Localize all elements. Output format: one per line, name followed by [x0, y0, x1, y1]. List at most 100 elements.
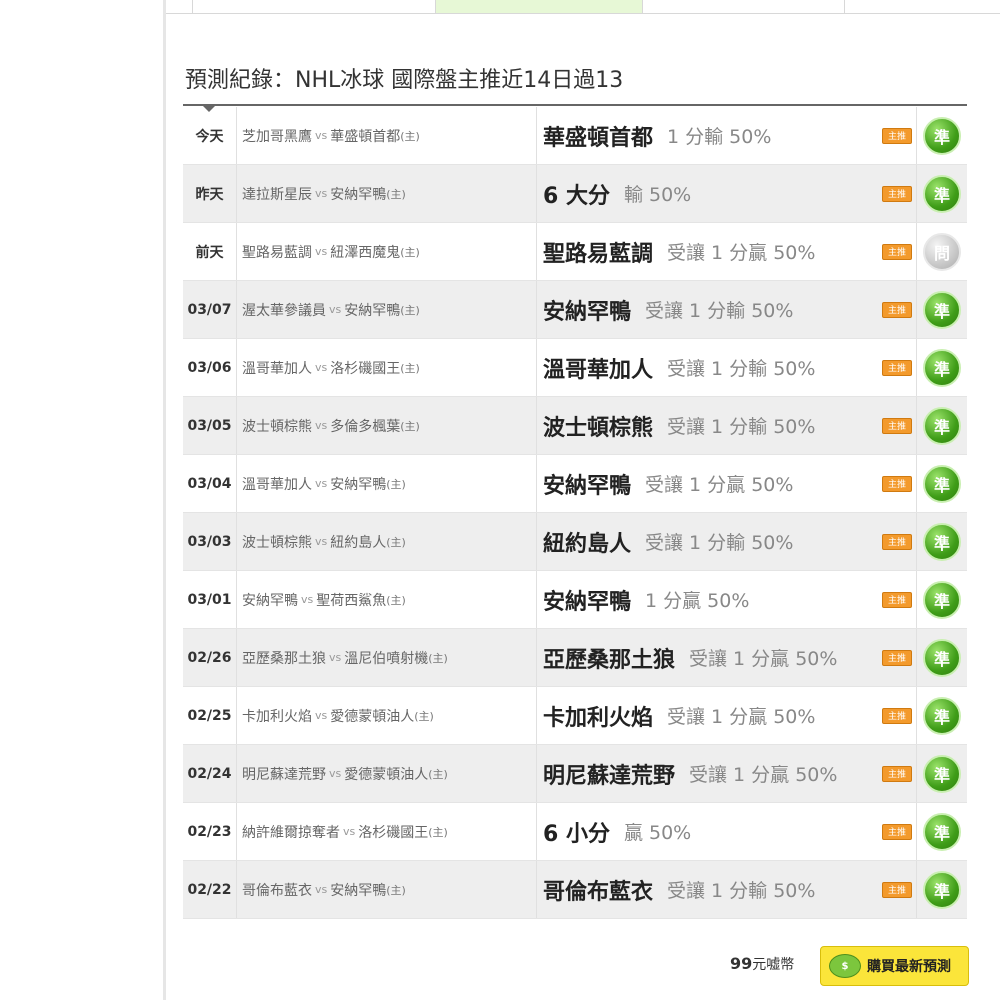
- away-team: 亞歷桑那土狼: [242, 650, 326, 667]
- home-team: 安納罕鴨: [330, 476, 387, 493]
- row-matchup[interactable]: 安納罕鴨 vs 聖荷西鯊魚 (主): [237, 571, 537, 628]
- row-matchup[interactable]: 波士頓棕熊 vs 多倫多楓葉 (主): [237, 397, 537, 454]
- main-pick-badge: 主推: [882, 302, 912, 318]
- pick-detail: 受讓 1 分贏 50%: [645, 474, 794, 496]
- row-date: 02/23: [183, 803, 237, 860]
- row-result: 準: [917, 629, 967, 686]
- away-team: 達拉斯星辰: [242, 186, 312, 203]
- row-matchup[interactable]: 聖路易藍調 vs 紐澤西魔鬼 (主): [237, 223, 537, 280]
- pick-team: 安納罕鴨: [543, 589, 632, 615]
- pick-team: 哥倫布藍衣: [543, 879, 654, 905]
- pick-detail: 受讓 1 分贏 50%: [689, 764, 838, 786]
- top-tab-5[interactable]: [845, 0, 1000, 14]
- main-pick-badge: 主推: [882, 186, 912, 202]
- table-row: 02/26 亞歷桑那土狼 vs 溫尼伯噴射機 (主) 亞歷桑那土狼 受讓 1 分贏 50% 主…: [183, 629, 967, 687]
- row-matchup[interactable]: 波士頓棕熊 vs 紐約島人 (主): [237, 513, 537, 570]
- row-date: 02/25: [183, 687, 237, 744]
- away-team: 聖路易藍調: [242, 244, 312, 261]
- table-row: 前天 聖路易藍調 vs 紐澤西魔鬼 (主) 聖路易藍調 受讓 1 分贏 50% 主推問: [183, 223, 967, 281]
- row-pick: 哥倫布藍衣 受讓 1 分輸 50%: [537, 861, 917, 918]
- top-tab-4[interactable]: [643, 0, 845, 14]
- main-pick-badge: 主推: [882, 360, 912, 376]
- pick-detail: 1 分贏 50%: [645, 590, 750, 612]
- away-team: 哥倫布藍衣: [242, 882, 312, 899]
- row-pick: 安納罕鴨 受讓 1 分輸 50%: [537, 281, 917, 338]
- home-marker: (主): [386, 535, 406, 549]
- price-value: 99: [730, 954, 753, 973]
- row-matchup[interactable]: 溫哥華加人 vs 安納罕鴨 (主): [237, 455, 537, 512]
- row-matchup[interactable]: 納許維爾掠奪者 vs 洛杉磯國王 (主): [237, 803, 537, 860]
- title-divider: [183, 104, 967, 106]
- row-pick: 溫哥華加人 受讓 1 分輸 50%: [537, 339, 917, 396]
- row-result: 準: [917, 455, 967, 512]
- row-pick: 安納罕鴨 1 分贏 50%: [537, 571, 917, 628]
- pick-team: 紐約島人: [543, 531, 632, 557]
- pick-detail: 1 分輸 50%: [667, 126, 772, 148]
- top-tab-2[interactable]: [193, 0, 436, 14]
- pick-detail: 輸 50%: [623, 184, 692, 206]
- pick-team: 聖路易藍調: [543, 241, 654, 267]
- result-pending-icon: 問: [923, 232, 961, 271]
- home-marker: (主): [428, 825, 448, 839]
- main-pick-badge: 主推: [882, 534, 912, 550]
- row-date: 03/03: [183, 513, 237, 570]
- buy-latest-prediction-button[interactable]: $ 購買最新預測: [820, 946, 969, 986]
- pick-team: 卡加利火焰: [543, 705, 654, 731]
- buy-button-label: 購買最新預測: [867, 959, 951, 975]
- away-team: 明尼蘇達荒野: [242, 766, 326, 783]
- vs-label: vs: [329, 767, 342, 780]
- pick-detail: 受讓 1 分贏 50%: [667, 706, 816, 728]
- row-matchup[interactable]: 亞歷桑那土狼 vs 溫尼伯噴射機 (主): [237, 629, 537, 686]
- prediction-record-table: 今天 芝加哥黑鷹 vs 華盛頓首都 (主) 華盛頓首都 1 分輸 50% 主推準昨天 達拉斯星辰…: [183, 107, 967, 919]
- row-matchup[interactable]: 渥太華參議員 vs 安納罕鴨 (主): [237, 281, 537, 338]
- vs-label: vs: [343, 825, 356, 838]
- away-team: 安納罕鴨: [242, 592, 298, 609]
- row-date: 02/24: [183, 745, 237, 802]
- row-matchup[interactable]: 哥倫布藍衣 vs 安納罕鴨 (主): [237, 861, 537, 918]
- row-pick: 波士頓棕熊 受讓 1 分輸 50%: [537, 397, 917, 454]
- row-date: 02/26: [183, 629, 237, 686]
- result-correct-icon: 準: [923, 406, 961, 445]
- home-team: 聖荷西鯊魚: [316, 592, 387, 609]
- vs-label: vs: [315, 883, 328, 896]
- pick-team: 安納罕鴨: [543, 473, 632, 499]
- table-row: 03/07 渥太華參議員 vs 安納罕鴨 (主) 安納罕鴨 受讓 1 分輸 50% 主推準: [183, 281, 967, 339]
- row-pick: 紐約島人 受讓 1 分輸 50%: [537, 513, 917, 570]
- pick-team: 波士頓棕熊: [543, 415, 654, 441]
- row-pick: 6 小分贏 50%: [537, 803, 917, 860]
- away-team: 波士頓棕熊: [242, 418, 312, 435]
- row-date: 昨天: [183, 165, 237, 222]
- row-result: 準: [917, 513, 967, 570]
- row-pick: 卡加利火焰 受讓 1 分贏 50%: [537, 687, 917, 744]
- main-pick-badge: 主推: [882, 766, 912, 782]
- top-tab-1[interactable]: [166, 0, 193, 14]
- row-result: 準: [917, 571, 967, 628]
- row-matchup[interactable]: 溫哥華加人 vs 洛杉磯國王 (主): [237, 339, 537, 396]
- table-row: 02/23 納許維爾掠奪者 vs 洛杉磯國王 (主) 6 小分贏 50% 主推準: [183, 803, 967, 861]
- row-matchup[interactable]: 卡加利火焰 vs 愛德蒙頓油人 (主): [237, 687, 537, 744]
- vs-label: vs: [315, 187, 328, 200]
- table-row: 03/05 波士頓棕熊 vs 多倫多楓葉 (主) 波士頓棕熊 受讓 1 分輸 50% 主推準: [183, 397, 967, 455]
- top-tab-active[interactable]: [436, 0, 643, 14]
- price-unit: 元嘘幣: [752, 957, 795, 973]
- row-date: 02/22: [183, 861, 237, 918]
- row-result: 準: [917, 107, 967, 164]
- main-pick-badge: 主推: [882, 650, 912, 666]
- row-result: 準: [917, 803, 967, 860]
- home-team: 溫尼伯噴射機: [344, 650, 429, 667]
- vs-label: vs: [315, 477, 328, 490]
- row-matchup[interactable]: 達拉斯星辰 vs 安納罕鴨 (主): [237, 165, 537, 222]
- row-pick: 華盛頓首都 1 分輸 50%: [537, 107, 917, 164]
- row-matchup[interactable]: 明尼蘇達荒野 vs 愛德蒙頓油人 (主): [237, 745, 537, 802]
- row-matchup[interactable]: 芝加哥黑鷹 vs 華盛頓首都 (主): [237, 107, 537, 164]
- main-pick-badge: 主推: [882, 418, 912, 434]
- table-row: 03/01 安納罕鴨 vs 聖荷西鯊魚 (主) 安納罕鴨 1 分贏 50% 主推準: [183, 571, 967, 629]
- vs-label: vs: [315, 419, 328, 432]
- home-marker: (主): [400, 129, 420, 143]
- row-result: 準: [917, 861, 967, 918]
- pick-team: 安納罕鴨: [543, 299, 632, 325]
- vs-label: vs: [315, 709, 328, 722]
- pick-team: 亞歷桑那土狼: [543, 647, 676, 673]
- home-marker: (主): [428, 651, 448, 665]
- result-correct-icon: 準: [923, 522, 961, 561]
